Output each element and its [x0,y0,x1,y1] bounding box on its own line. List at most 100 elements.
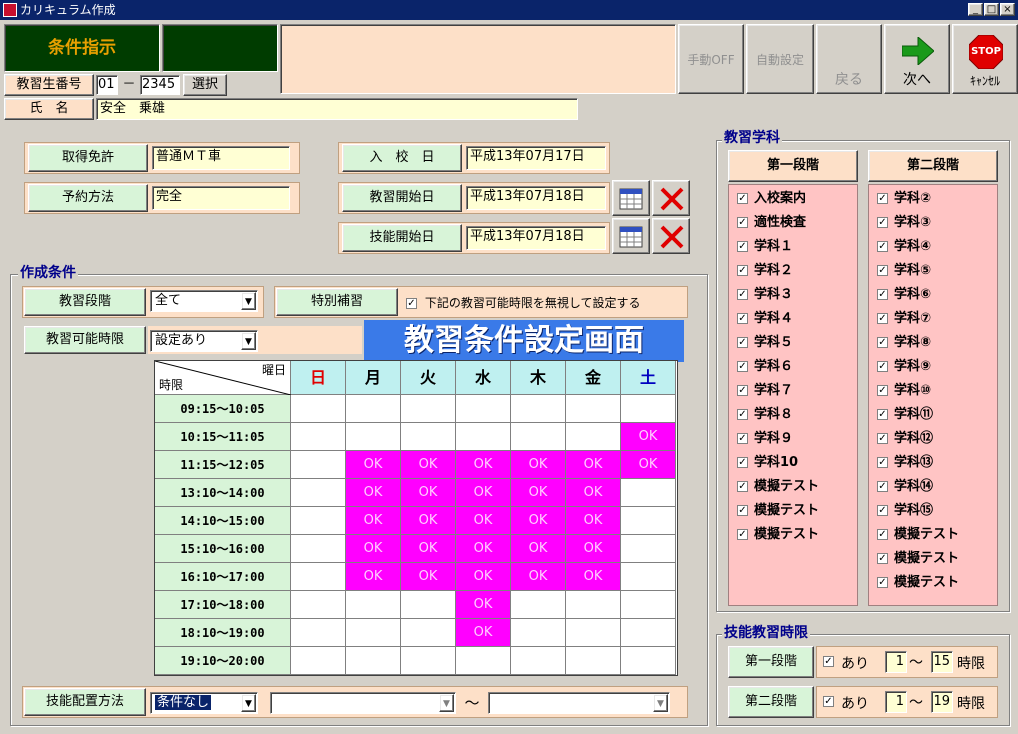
subject-checkbox[interactable]: ✓ [737,265,748,276]
grid-period-label[interactable]: 18:10～19:00 [155,619,291,647]
grid-cell[interactable] [291,619,346,647]
back-button[interactable]: 戻る [816,24,882,94]
grid-cell[interactable]: OK [511,507,566,535]
subject-checkbox[interactable]: ✓ [737,409,748,420]
grid-cell[interactable] [291,591,346,619]
subject-item[interactable]: ✓ 学科６ [729,355,857,379]
grid-cell[interactable]: OK [456,479,511,507]
grid-cell[interactable] [291,479,346,507]
subject-checkbox[interactable]: ✓ [877,265,888,276]
auto-set-button[interactable]: 自動設定 [746,24,814,94]
subject-item[interactable]: ✓ 学科⑭ [869,475,997,499]
subject-item[interactable]: ✓ 模擬テスト [729,523,857,547]
ignore-periods-checkbox[interactable]: ✓ [406,298,417,309]
grid-cell[interactable] [621,535,676,563]
subject-checkbox[interactable]: ✓ [877,385,888,396]
grid-cell[interactable]: OK [566,535,621,563]
grid-period-label[interactable]: 19:10～20:00 [155,647,291,675]
grid-cell[interactable] [621,507,676,535]
grid-cell[interactable] [621,479,676,507]
subject-item[interactable]: ✓ 学科８ [729,403,857,427]
placement-select[interactable]: 条件なし ▼ [150,692,258,714]
grid-cell[interactable] [456,395,511,423]
subject-item[interactable]: ✓ 学科⑩ [869,379,997,403]
skill-start-calendar-button[interactable] [612,218,650,254]
subject-checkbox[interactable]: ✓ [877,505,888,516]
subject-checkbox[interactable]: ✓ [737,217,748,228]
placement-from-select[interactable]: ▼ [270,692,456,714]
subject-checkbox[interactable]: ✓ [737,505,748,516]
grid-cell[interactable] [566,591,621,619]
grid-period-label[interactable]: 10:15～11:05 [155,423,291,451]
chevron-down-icon[interactable]: ▼ [241,332,256,350]
grid-cell[interactable] [346,619,401,647]
grid-cell[interactable]: OK [511,479,566,507]
grid-cell[interactable] [511,619,566,647]
grid-cell[interactable] [401,647,456,675]
subject-item[interactable]: ✓ 模擬テスト [869,547,997,571]
subject-item[interactable]: ✓ 学科⑬ [869,451,997,475]
grid-day-header[interactable]: 火 [401,361,456,395]
grid-cell[interactable] [511,395,566,423]
subject-checkbox[interactable]: ✓ [737,313,748,324]
subject-item[interactable]: ✓ 適性検査 [729,211,857,235]
grid-cell[interactable] [346,423,401,451]
minimize-button[interactable]: _ [968,3,983,16]
subject-item[interactable]: ✓ 模擬テスト [729,499,857,523]
subject-item[interactable]: ✓ 学科５ [729,331,857,355]
skill-stage2-from-input[interactable]: 1 [885,691,907,713]
grid-cell[interactable]: OK [401,563,456,591]
chevron-down-icon[interactable]: ▼ [439,694,454,712]
placement-to-select[interactable]: ▼ [488,692,670,714]
chevron-down-icon[interactable]: ▼ [241,694,256,712]
subject-checkbox[interactable]: ✓ [877,577,888,588]
grid-cell[interactable]: OK [621,423,676,451]
subject-item[interactable]: ✓ 学科９ [729,427,857,451]
grid-cell[interactable]: OK [456,591,511,619]
subject-checkbox[interactable]: ✓ [737,481,748,492]
grid-cell[interactable]: OK [511,451,566,479]
subject-checkbox[interactable]: ✓ [737,337,748,348]
subject-item[interactable]: ✓ 学科⑪ [869,403,997,427]
skill-stage2-to-input[interactable]: 19 [931,691,953,713]
subject-item[interactable]: ✓ 模擬テスト [729,475,857,499]
subject-item[interactable]: ✓ 模擬テスト [869,523,997,547]
maximize-button[interactable]: □ [984,3,999,16]
subject-item[interactable]: ✓ 学科⑦ [869,307,997,331]
grid-cell[interactable] [621,591,676,619]
grid-cell[interactable] [566,619,621,647]
grid-cell[interactable]: OK [346,535,401,563]
grid-cell[interactable]: OK [346,479,401,507]
training-start-clear-button[interactable] [652,180,690,216]
grid-cell[interactable]: OK [456,451,511,479]
grid-cell[interactable]: OK [621,451,676,479]
subject-checkbox[interactable]: ✓ [877,529,888,540]
grid-cell[interactable] [621,647,676,675]
grid-cell[interactable] [621,395,676,423]
next-button[interactable]: 次へ [884,24,950,94]
grid-cell[interactable]: OK [456,563,511,591]
subject-checkbox[interactable]: ✓ [877,313,888,324]
subject-item[interactable]: ✓ 学科４ [729,307,857,331]
grid-cell[interactable] [511,423,566,451]
grid-cell[interactable] [456,647,511,675]
subject-item[interactable]: ✓ 学科⑫ [869,427,997,451]
skill-stage1-checkbox[interactable]: ✓ [823,656,834,667]
subject-item[interactable]: ✓ 模擬テスト [869,571,997,595]
grid-cell[interactable] [346,591,401,619]
grid-cell[interactable]: OK [346,451,401,479]
grid-cell[interactable]: OK [511,535,566,563]
chevron-down-icon[interactable]: ▼ [653,694,668,712]
grid-cell[interactable]: OK [456,619,511,647]
grid-cell[interactable] [566,395,621,423]
grid-cell[interactable]: OK [346,507,401,535]
grid-cell[interactable]: OK [566,451,621,479]
subject-checkbox[interactable]: ✓ [737,529,748,540]
grid-cell[interactable]: OK [456,535,511,563]
subject-item[interactable]: ✓ 学科③ [869,211,997,235]
grid-period-label[interactable]: 09:15～10:05 [155,395,291,423]
skill-start-clear-button[interactable] [652,218,690,254]
subject-item[interactable]: ✓ 学科10 [729,451,857,475]
grid-cell[interactable] [401,395,456,423]
grid-cell[interactable] [456,423,511,451]
